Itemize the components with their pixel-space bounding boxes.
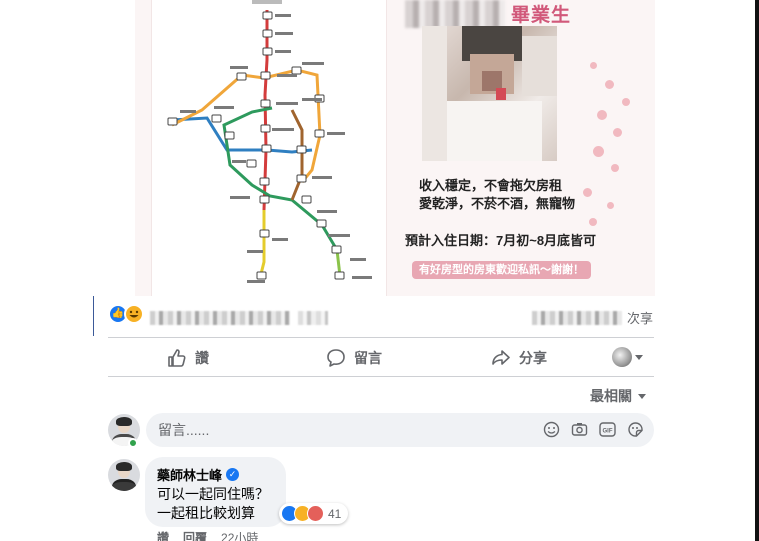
blurred-reactors bbox=[150, 311, 290, 325]
decor-dot bbox=[611, 164, 619, 172]
facebook-post: 畢業生 收入穩定，不會拖欠房租 愛乾淨，不菸不酒，無寵物 預計入住日期：7月初~… bbox=[0, 0, 759, 541]
post-image[interactable]: 畢業生 收入穩定，不會拖欠房租 愛乾淨，不菸不酒，無寵物 預計入住日期：7月初~… bbox=[135, 0, 655, 296]
haha-reaction-icon bbox=[124, 304, 144, 324]
mrt-map-graphic bbox=[167, 0, 372, 283]
share-count[interactable]: 次享 bbox=[627, 308, 653, 327]
decor-dot bbox=[583, 188, 592, 197]
blurred-comment-count bbox=[532, 311, 622, 325]
thumbs-up-icon bbox=[168, 349, 186, 367]
comment-reply-link[interactable]: 回覆 bbox=[183, 529, 207, 541]
verified-badge-icon: ✓ bbox=[226, 468, 240, 481]
ad-line-income: 收入穩定，不會拖欠房租 bbox=[419, 178, 563, 193]
ad-line-habits: 愛乾淨，不菸不酒，無寵物 bbox=[419, 196, 576, 211]
comment-like-link[interactable]: 讚 bbox=[157, 529, 169, 541]
svg-text:GIF: GIF bbox=[603, 429, 613, 435]
emoji-icon[interactable] bbox=[543, 421, 560, 438]
reaction-summary[interactable]: 👍 次享 bbox=[108, 304, 653, 330]
window-edge bbox=[755, 0, 759, 541]
comment-author-name: 藥師林士峰 bbox=[157, 468, 223, 483]
comment-bubble: 藥師林士峰 ✓ 可以一起同住嗎？ 一起租比較划算 bbox=[145, 457, 286, 527]
sort-comments-dropdown[interactable]: 最相關 bbox=[590, 386, 646, 406]
like-button[interactable]: 讚 bbox=[167, 344, 209, 372]
post-edge-marker bbox=[93, 296, 94, 336]
share-icon bbox=[492, 350, 510, 365]
post-as-selector[interactable] bbox=[612, 347, 643, 367]
blurred-title bbox=[405, 0, 505, 28]
sort-label: 最相關 bbox=[590, 388, 632, 404]
commenter-avatar[interactable] bbox=[108, 459, 140, 491]
avatar bbox=[612, 347, 632, 367]
decor-dot bbox=[590, 62, 597, 69]
online-status-dot bbox=[128, 438, 138, 448]
comment-text-line2: 一起租比較划算 bbox=[157, 505, 255, 521]
comment-label: 留言 bbox=[354, 350, 382, 366]
camera-icon[interactable] bbox=[571, 421, 588, 438]
comment-timestamp[interactable]: 22小時 bbox=[221, 529, 258, 541]
blurred-person-photo bbox=[422, 26, 557, 161]
chevron-down-icon bbox=[635, 354, 643, 360]
mrt-map-image bbox=[151, 0, 387, 296]
decor-dot bbox=[589, 218, 597, 226]
ad-title: 畢業生 bbox=[511, 5, 572, 26]
angry-reaction-icon bbox=[307, 505, 324, 522]
ad-badge: 有好房型的房東歡迎私訊～謝謝！ bbox=[412, 261, 591, 279]
comment-reaction-count[interactable]: 41 bbox=[279, 503, 349, 524]
divider bbox=[108, 376, 654, 377]
decor-dot bbox=[593, 146, 604, 157]
decor-dot bbox=[597, 110, 607, 120]
comment-author[interactable]: 藥師林士峰 ✓ bbox=[157, 465, 240, 484]
share-label: 分享 bbox=[519, 350, 547, 366]
comment-actions: 讚 回覆 22小時 bbox=[157, 529, 258, 541]
input-tools: GIF bbox=[543, 421, 644, 438]
decor-dot bbox=[605, 80, 614, 89]
blurred-reactors bbox=[298, 311, 328, 325]
decor-dot bbox=[613, 128, 622, 137]
decor-dot bbox=[607, 202, 614, 209]
chevron-down-icon bbox=[638, 393, 646, 399]
comment-input[interactable] bbox=[158, 413, 538, 447]
sticker-icon[interactable] bbox=[627, 421, 644, 438]
reaction-count: 41 bbox=[328, 506, 342, 521]
divider bbox=[108, 337, 654, 338]
comment-icon bbox=[327, 349, 345, 367]
comment-button[interactable]: 留言 bbox=[326, 344, 382, 372]
share-button[interactable]: 分享 bbox=[491, 344, 547, 372]
comment-input-box[interactable]: GIF bbox=[146, 413, 654, 447]
comment-text-line1: 可以一起同住嗎？ bbox=[157, 486, 269, 502]
like-label: 讚 bbox=[195, 350, 209, 366]
ad-line-movein-date: 預計入住日期：7月初~8月底皆可 bbox=[405, 233, 597, 248]
gif-icon[interactable]: GIF bbox=[599, 421, 616, 438]
decor-dot bbox=[622, 98, 630, 106]
